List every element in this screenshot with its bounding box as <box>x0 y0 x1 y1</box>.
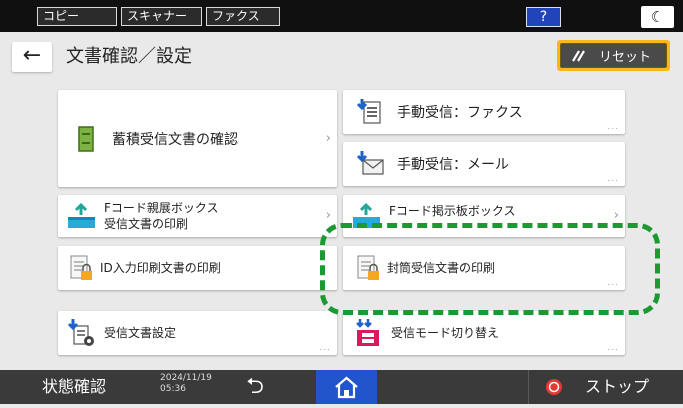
more-dots-icon: ... <box>319 343 331 353</box>
time-label: 05:36 <box>160 384 186 394</box>
tab-fax[interactable]: ファクス <box>206 7 280 26</box>
more-dots-icon: ... <box>607 174 619 184</box>
receive-mode-switch-button[interactable]: 受信モード切り替え ... <box>343 311 625 355</box>
more-dots-icon: ... <box>607 122 619 132</box>
reset-label: リセット <box>599 50 652 65</box>
fcode-personal-box-label: Fコード親展ボックス 受信文書の印刷 <box>104 201 219 231</box>
stored-documents-button[interactable]: 蓄積受信文書の確認 › <box>58 90 337 187</box>
undo-arrow-icon: ⮌ <box>246 374 264 399</box>
undo-button[interactable]: ⮌ <box>232 370 278 404</box>
received-document-settings-label: 受信文書設定 <box>104 326 177 340</box>
mail-receive-icon <box>356 151 384 175</box>
arrow-left-icon: ← <box>22 43 42 68</box>
help-button[interactable]: ? <box>526 7 561 27</box>
locked-document-icon <box>70 255 92 280</box>
eraser-icon <box>572 49 585 62</box>
received-document-settings-button[interactable]: 受信文書設定 ... <box>58 311 337 355</box>
id-print-documents-label: ID入力印刷文書の印刷 <box>100 261 221 275</box>
fax-machine-icon <box>356 319 379 346</box>
receive-mode-switch-label: 受信モード切り替え <box>391 326 500 340</box>
page-title: 文書確認／設定 <box>66 46 192 67</box>
fcode-personal-box-button[interactable]: Fコード親展ボックス 受信文書の印刷 › <box>58 195 337 237</box>
more-dots-icon: ... <box>607 343 619 353</box>
reset-button[interactable]: リセット <box>557 40 670 71</box>
document-settings-icon <box>67 319 94 346</box>
moon-icon: ☾ <box>650 8 665 26</box>
box-upload-icon <box>68 202 95 228</box>
manual-receive-fax-label: 手動受信：ファクス <box>397 105 523 121</box>
stored-document-icon <box>78 125 94 152</box>
manual-receive-mail-label: 手動受信：メール <box>397 157 509 173</box>
home-icon <box>335 376 358 399</box>
date-time-display: 2024/11/19 05:36 <box>160 373 212 395</box>
chevron-right-icon: › <box>325 130 331 146</box>
highlight-frame <box>320 223 660 315</box>
manual-receive-mail-button[interactable]: 手動受信：メール ... <box>343 142 625 186</box>
fax-receive-icon <box>356 99 381 124</box>
stop-icon <box>546 379 562 395</box>
manual-receive-fax-button[interactable]: 手動受信：ファクス ... <box>343 90 625 134</box>
status-check-button[interactable]: 状態確認 <box>0 370 148 404</box>
id-print-documents-button[interactable]: ID入力印刷文書の印刷 <box>58 246 337 290</box>
stop-label: ストップ <box>585 377 650 396</box>
back-button[interactable]: ← <box>12 42 52 72</box>
fcode-bulletin-box-label: Fコード掲示板ボックス <box>389 204 516 218</box>
date-label: 2024/11/19 <box>160 373 212 383</box>
chevron-right-icon: › <box>325 208 331 223</box>
tab-copy[interactable]: コピー <box>37 7 117 26</box>
home-button[interactable] <box>316 370 377 404</box>
tab-scanner[interactable]: スキャナー <box>121 7 202 26</box>
night-mode-button[interactable]: ☾ <box>641 6 674 28</box>
stored-documents-label: 蓄積受信文書の確認 <box>112 131 238 148</box>
